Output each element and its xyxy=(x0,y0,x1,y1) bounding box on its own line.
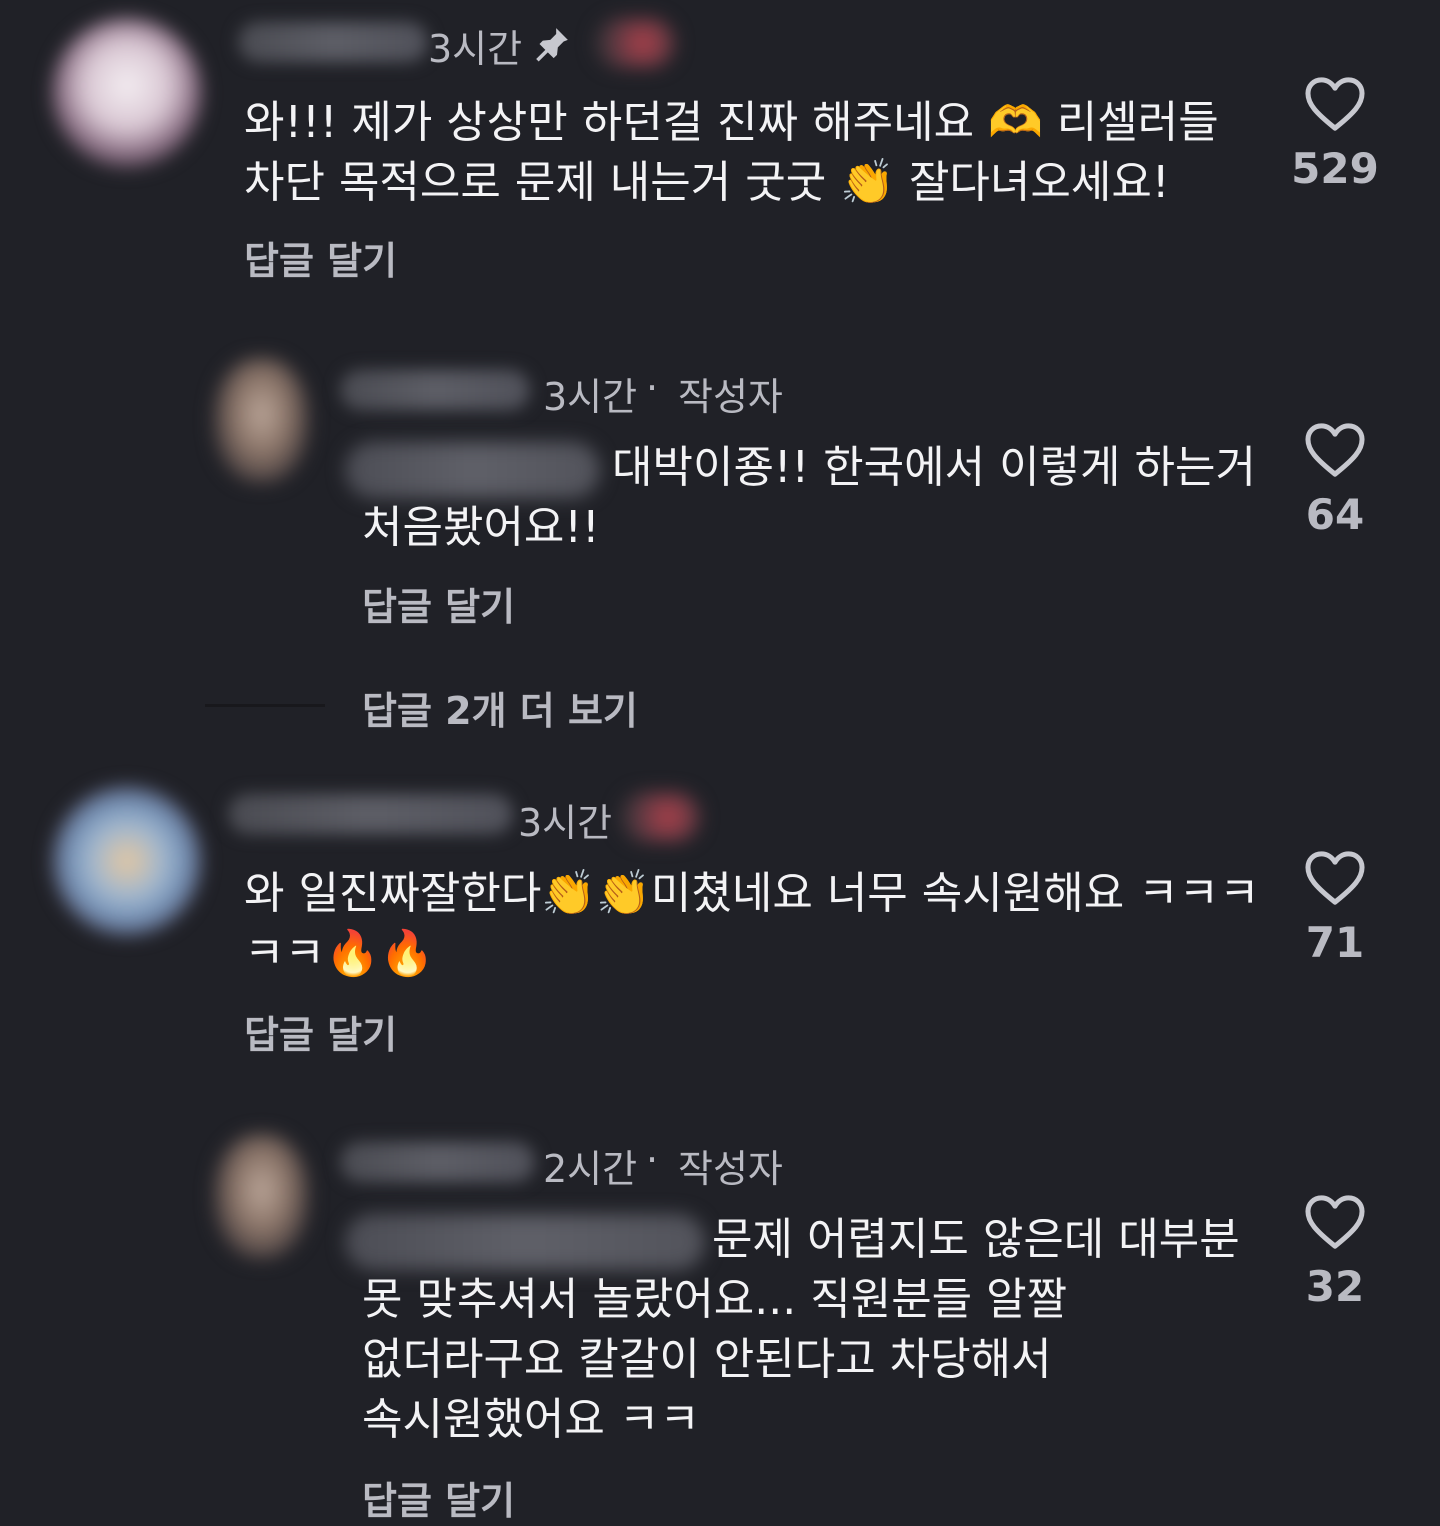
reply-button[interactable]: 답글 달기 xyxy=(362,1470,515,1525)
comment-time: 3시간 xyxy=(543,375,638,419)
reply-button[interactable]: 답글 달기 xyxy=(362,576,515,631)
comment-text-line-1: 와 일진짜잘한다👏👏미쳤네요 너무 속시원해요 ㅋㅋㅋ xyxy=(244,868,1260,919)
author-tag: 작성자 xyxy=(678,1147,783,1191)
badge-redacted xyxy=(620,792,700,842)
like-button[interactable]: 64 xyxy=(1280,422,1390,539)
like-button[interactable]: 71 xyxy=(1280,850,1390,967)
comment-1: 3시간 와!!! 제가 상상만 하던걸 진짜 해주네요 🫶 리셀러들 차단 목적… xyxy=(0,0,1440,300)
like-count: 64 xyxy=(1305,490,1365,539)
comment-text-line-3: 없더라구요 칼갈이 안된다고 차당해서 xyxy=(362,1334,1052,1385)
comment-text-line-2: ㅋㅋ🔥🔥 xyxy=(244,928,435,979)
mention-redacted[interactable] xyxy=(345,442,600,498)
comment-time: 2시간 xyxy=(543,1147,638,1191)
like-count: 32 xyxy=(1305,1262,1365,1311)
reply-1: 3시간 · 작성자 대박이죵!! 한국에서 이렇게 하는거 처음봤어요!! 답글… xyxy=(0,330,1440,640)
comment-text-line-1: 문제 어렵지도 않은데 대부분 xyxy=(712,1214,1240,1265)
avatar[interactable] xyxy=(214,1134,309,1259)
comment-2: 3시간 와 일진짜잘한다👏👏미쳤네요 너무 속시원해요 ㅋㅋㅋ ㅋㅋ🔥🔥 답글 … xyxy=(0,770,1440,1080)
heart-icon[interactable] xyxy=(1304,850,1366,906)
username-redacted[interactable] xyxy=(228,794,513,834)
meta-separator: · xyxy=(646,1138,659,1182)
heart-icon[interactable] xyxy=(1304,76,1366,132)
comment-text-line-1: 대박이죵!! 한국에서 이렇게 하는거 xyxy=(612,442,1256,493)
pin-icon xyxy=(536,28,568,62)
comment-time: 3시간 xyxy=(428,27,523,71)
mention-redacted[interactable] xyxy=(345,1214,705,1270)
comment-text-line-2: 차단 목적으로 문제 내는거 굿굿 👏 잘다녀오세요! xyxy=(244,157,1170,208)
comment-text-line-4: 속시원했어요 ㅋㅋ xyxy=(362,1394,700,1445)
comment-time: 3시간 xyxy=(518,801,613,845)
heart-icon[interactable] xyxy=(1304,422,1366,478)
reply-2: 2시간 · 작성자 문제 어렵지도 않은데 대부분 못 맞추셔서 놀랐어요...… xyxy=(0,1110,1440,1526)
reply-button[interactable]: 답글 달기 xyxy=(244,230,397,285)
avatar[interactable] xyxy=(52,786,202,936)
reply-button[interactable]: 답글 달기 xyxy=(244,1004,397,1059)
badge-redacted xyxy=(595,18,675,68)
meta-separator: · xyxy=(646,366,659,410)
username-redacted[interactable] xyxy=(340,1142,535,1182)
like-button[interactable]: 32 xyxy=(1280,1194,1390,1311)
avatar[interactable] xyxy=(214,358,309,483)
like-count: 529 xyxy=(1291,144,1379,193)
comment-text-line-2: 못 맞추셔서 놀랐어요... 직원분들 알짤 xyxy=(362,1274,1068,1325)
comment-text-line-2: 처음봤어요!! xyxy=(362,502,600,553)
avatar[interactable] xyxy=(52,18,202,168)
like-count: 71 xyxy=(1305,918,1365,967)
like-button[interactable]: 529 xyxy=(1280,76,1390,193)
heart-icon[interactable] xyxy=(1304,1194,1366,1250)
author-tag: 작성자 xyxy=(678,375,783,419)
username-redacted[interactable] xyxy=(238,22,428,62)
username-redacted[interactable] xyxy=(340,370,530,410)
thread-line xyxy=(205,704,325,707)
comment-text-line-1: 와!!! 제가 상상만 하던걸 진짜 해주네요 🫶 리셀러들 xyxy=(244,97,1219,148)
view-more-replies-button[interactable]: 답글 2개 더 보기 xyxy=(362,680,638,735)
